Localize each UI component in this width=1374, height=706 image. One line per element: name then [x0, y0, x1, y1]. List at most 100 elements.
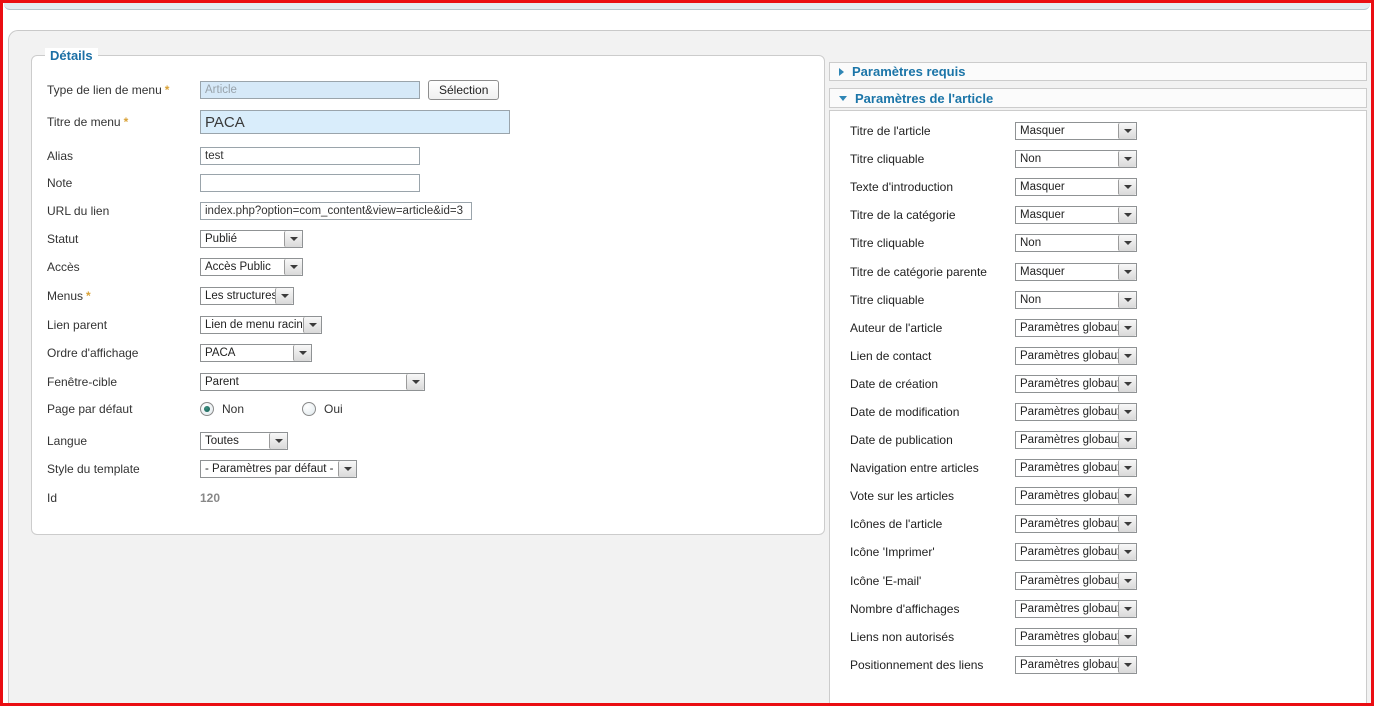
parameter-select[interactable]: Paramètres globaux	[1015, 431, 1137, 449]
target-window-select[interactable]: Parent	[200, 373, 425, 391]
radio-no-label: Non	[222, 402, 244, 416]
parameter-select[interactable]: Masquer	[1015, 178, 1137, 196]
dropdown-arrow-icon	[293, 345, 311, 361]
dropdown-arrow-icon	[284, 231, 302, 247]
parameter-row: Lien de contact Paramètres globaux	[830, 342, 1366, 370]
parameter-select[interactable]: Masquer	[1015, 263, 1137, 281]
parameter-select[interactable]: Paramètres globaux	[1015, 543, 1137, 561]
field-row-menus: Menus* Les structures	[47, 286, 816, 306]
details-legend: Détails	[45, 48, 98, 63]
parameter-label: Titre cliquable	[850, 293, 1015, 307]
dropdown-arrow-icon	[1118, 404, 1136, 420]
dropdown-arrow-icon	[406, 374, 424, 390]
field-row-target: Fenêtre-cible Parent	[47, 372, 816, 392]
order-select[interactable]: PACA	[200, 344, 312, 362]
parameter-select[interactable]: Paramètres globaux	[1015, 600, 1137, 618]
parameter-select[interactable]: Paramètres globaux	[1015, 319, 1137, 337]
details-fieldset: Détails Type de lien de menu* Sélection …	[31, 55, 825, 535]
dropdown-arrow-icon	[275, 288, 293, 304]
field-row-title: Titre de menu*	[47, 110, 816, 134]
template-style-select[interactable]: - Paramètres par défaut -	[200, 460, 357, 478]
parameter-label: Navigation entre articles	[850, 461, 1015, 475]
field-row-status: Statut Publié	[47, 229, 816, 249]
access-select[interactable]: Accès Public	[200, 258, 303, 276]
parameter-select[interactable]: Masquer	[1015, 122, 1137, 140]
field-row-access: Accès Accès Public	[47, 257, 816, 277]
parameter-label: Texte d'introduction	[850, 180, 1015, 194]
selection-button[interactable]: Sélection	[428, 80, 499, 100]
parameter-select[interactable]: Paramètres globaux	[1015, 572, 1137, 590]
dropdown-arrow-icon	[1118, 516, 1136, 532]
parameter-select[interactable]: Masquer	[1015, 206, 1137, 224]
toolbar-bottom-strip	[4, 3, 1370, 10]
panel-header-parametres-article[interactable]: Paramètres de l'article	[829, 88, 1367, 108]
required-star: *	[86, 289, 91, 303]
dropdown-arrow-icon	[1118, 460, 1136, 476]
radio-yes[interactable]	[302, 402, 316, 416]
status-select[interactable]: Publié	[200, 230, 303, 248]
radio-no[interactable]	[200, 402, 214, 416]
parameter-label: Titre de l'article	[850, 124, 1015, 138]
parameter-select[interactable]: Paramètres globaux	[1015, 515, 1137, 533]
parameter-select[interactable]: Non	[1015, 150, 1137, 168]
field-row-note: Note	[47, 173, 816, 193]
panel-header-parametres-requis[interactable]: Paramètres requis	[829, 62, 1367, 81]
parameter-row: Date de publication Paramètres globaux	[830, 426, 1366, 454]
parameter-row: Titre de la catégorie Masquer	[830, 201, 1366, 229]
article-parameters-body: Titre de l'article Masquer Titre cliquab…	[829, 110, 1367, 703]
parameter-select[interactable]: Paramètres globaux	[1015, 628, 1137, 646]
parameter-row: Date de création Paramètres globaux	[830, 370, 1366, 398]
parameter-label: Date de modification	[850, 405, 1015, 419]
field-row-default-page: Page par défaut Non Oui	[47, 399, 816, 419]
parameter-label: Titre de catégorie parente	[850, 265, 1015, 279]
default-page-radios: Non Oui	[200, 402, 343, 416]
access-label: Accès	[47, 260, 200, 274]
parameter-select[interactable]: Paramètres globaux	[1015, 459, 1137, 477]
parameter-select[interactable]: Paramètres globaux	[1015, 403, 1137, 421]
field-row-language: Langue Toutes	[47, 431, 816, 451]
type-link-label: Type de lien de menu*	[47, 83, 200, 97]
parameter-select[interactable]: Paramètres globaux	[1015, 375, 1137, 393]
language-select[interactable]: Toutes	[200, 432, 288, 450]
menu-title-input[interactable]	[200, 110, 510, 134]
menu-title-label: Titre de menu*	[47, 115, 200, 129]
dropdown-arrow-icon	[284, 259, 302, 275]
dropdown-arrow-icon	[1118, 573, 1136, 589]
parameter-row: Titre de catégorie parente Masquer	[830, 257, 1366, 285]
dropdown-arrow-icon	[1118, 376, 1136, 392]
id-value: 120	[200, 491, 220, 505]
parameter-label: Titre cliquable	[850, 152, 1015, 166]
target-window-label: Fenêtre-cible	[47, 375, 200, 389]
note-input[interactable]	[200, 174, 420, 192]
parameter-select[interactable]: Paramètres globaux	[1015, 656, 1137, 674]
parameter-row: Icônes de l'article Paramètres globaux	[830, 510, 1366, 538]
alias-input[interactable]	[200, 147, 420, 165]
collapsed-arrow-icon	[839, 68, 844, 76]
parameter-row: Date de modification Paramètres globaux	[830, 398, 1366, 426]
dropdown-arrow-icon	[1118, 292, 1136, 308]
parameter-select[interactable]: Paramètres globaux	[1015, 347, 1137, 365]
field-row-id: Id 120	[47, 488, 816, 508]
required-star: *	[165, 83, 170, 97]
parent-link-select[interactable]: Lien de menu racine	[200, 316, 322, 334]
parameter-select[interactable]: Paramètres globaux	[1015, 487, 1137, 505]
parameter-select[interactable]: Non	[1015, 234, 1137, 252]
menus-select[interactable]: Les structures	[200, 287, 294, 305]
parameter-select[interactable]: Non	[1015, 291, 1137, 309]
parameter-label: Positionnement des liens	[850, 658, 1015, 672]
note-label: Note	[47, 176, 200, 190]
parameter-label: Titre de la catégorie	[850, 208, 1015, 222]
url-input[interactable]	[200, 202, 472, 220]
field-row-alias: Alias	[47, 146, 816, 166]
default-page-label: Page par défaut	[47, 402, 200, 416]
parameter-row: Auteur de l'article Paramètres globaux	[830, 314, 1366, 342]
alias-label: Alias	[47, 149, 200, 163]
order-label: Ordre d'affichage	[47, 346, 200, 360]
parameter-label: Liens non autorisés	[850, 630, 1015, 644]
dropdown-arrow-icon	[1118, 320, 1136, 336]
field-row-type: Type de lien de menu* Sélection	[47, 80, 816, 100]
type-link-input[interactable]	[200, 81, 420, 99]
dropdown-arrow-icon	[1118, 235, 1136, 251]
parameter-label: Auteur de l'article	[850, 321, 1015, 335]
dropdown-arrow-icon	[1118, 179, 1136, 195]
